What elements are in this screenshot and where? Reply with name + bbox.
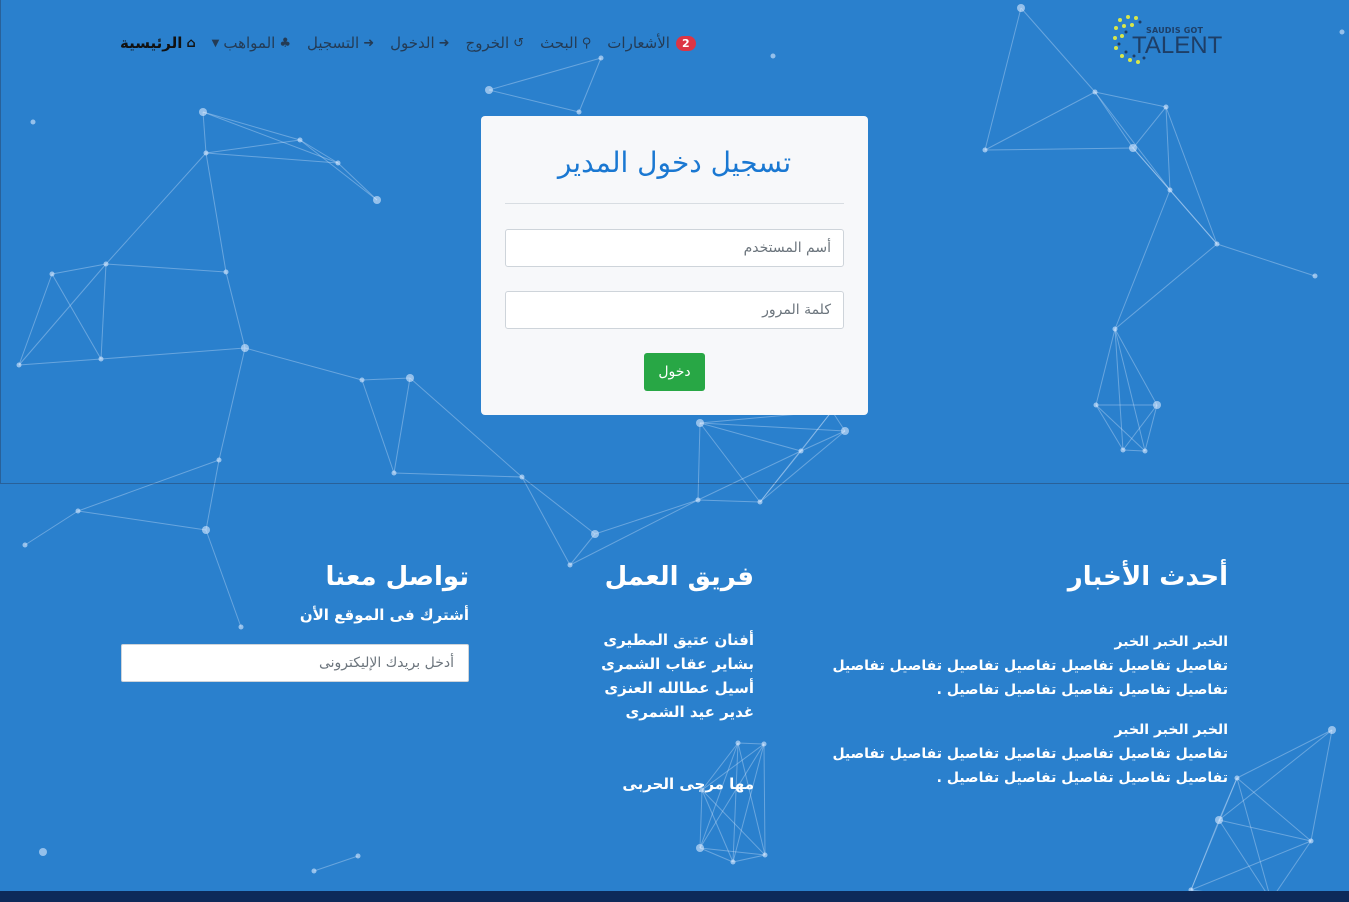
nav-talents-dropdown[interactable]: ♣ المواهب ▼ [212, 34, 291, 52]
nav-logout-label: الخروج [465, 34, 510, 52]
contact-title: تواصل معنا [325, 562, 469, 592]
team-member: أفنان عتيق المطيرى [603, 631, 754, 649]
nav-search[interactable]: ⚲ البحث [540, 34, 591, 52]
news-body: تفاصيل تفاصيل تفاصيل تفاصيل تفاصيل تفاصي… [832, 746, 1228, 786]
site-logo[interactable]: SAUDIS GOT TALENT [1110, 12, 1223, 74]
notification-count-badge: 2 [675, 35, 696, 51]
nav-login[interactable]: ➜ الدخول [390, 34, 449, 52]
admin-login-card: تسجيل دخول المدير أسم المستخدم كلمة المر… [481, 116, 868, 415]
team-member: بشاير عقاب الشمرى [601, 655, 754, 673]
news-headline[interactable]: الخبر الخبر الخبر [812, 630, 1228, 654]
team-member: أسيل عطالله العنزى [604, 679, 754, 697]
news-headline[interactable]: الخبر الخبر الخبر [812, 718, 1228, 742]
sign-in-icon: ➜ [363, 35, 375, 51]
news-title: أحدث الأخبار [1067, 562, 1228, 592]
home-icon: ⌂ [186, 35, 196, 51]
search-icon: ⚲ [581, 35, 592, 51]
sign-out-icon: ↺ [513, 35, 525, 51]
divider [505, 203, 844, 204]
password-input[interactable]: كلمة المرور [505, 291, 844, 329]
username-input[interactable]: أسم المستخدم [505, 229, 844, 267]
team-member: غدير عيد الشمرى [625, 703, 754, 721]
email-subscribe-input[interactable]: أدخل بريدك الإليكترونى [121, 644, 469, 682]
nav-login-label: الدخول [390, 34, 435, 52]
nav-home[interactable]: ⌂ الرئيسية [120, 34, 196, 52]
login-title: تسجيل دخول المدير [557, 146, 792, 179]
nav-logout[interactable]: ↺ الخروج [466, 34, 525, 52]
nav-register[interactable]: ➜ التسجيل [307, 34, 374, 52]
nav-notifications-label: الأشعارات [607, 34, 670, 52]
team-list: أفنان عتيق المطيرى بشاير عقاب الشمرى أسي… [560, 628, 754, 796]
news-item: الخبر الخبر الخبر تفاصيل تفاصيل تفاصيل ت… [812, 630, 1228, 702]
contact-subtitle: أشترك فى الموقع الأن [299, 606, 469, 624]
footer-bar [0, 891, 1349, 902]
login-submit-button[interactable]: دخول [644, 353, 705, 391]
main-navbar: ⌂ الرئيسية ♣ المواهب ▼ ➜ التسجيل ➜ الدخو… [120, 28, 750, 58]
nav-home-label: الرئيسية [120, 34, 183, 52]
chevron-down-icon: ▼ [211, 37, 220, 49]
news-item: الخبر الخبر الخبر تفاصيل تفاصيل تفاصيل ت… [812, 718, 1228, 790]
sign-in-icon: ➜ [438, 35, 450, 51]
nav-search-label: البحث [540, 34, 578, 52]
nav-notifications[interactable]: 2 الأشعارات [607, 34, 696, 52]
team-title: فريق العمل [604, 562, 754, 592]
team-member: مها مرجى الحربى [622, 775, 754, 793]
news-body: تفاصيل تفاصيل تفاصيل تفاصيل تفاصيل تفاصي… [832, 658, 1228, 698]
nav-register-label: التسجيل [306, 34, 360, 52]
logo-text: TALENT [1132, 32, 1223, 59]
users-icon: ♣ [279, 35, 291, 51]
nav-talents-label: المواهب [223, 34, 276, 52]
